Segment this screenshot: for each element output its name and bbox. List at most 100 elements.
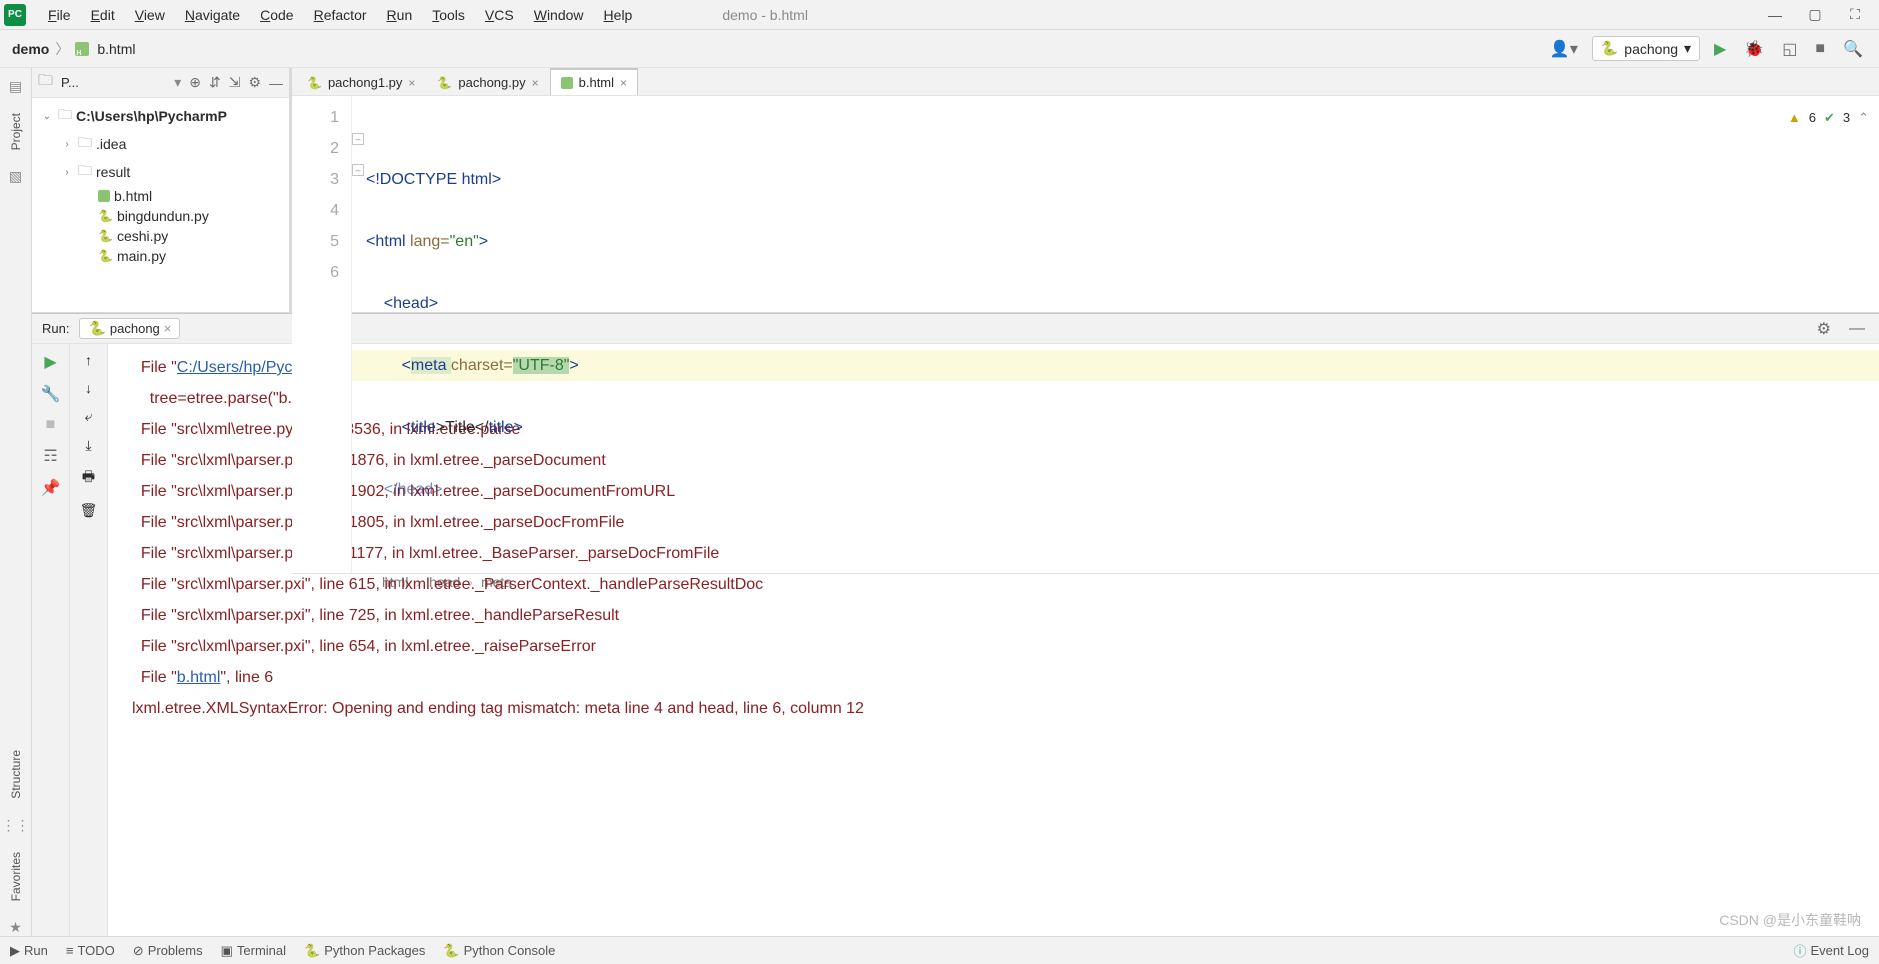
todo-tool-button[interactable]: ≡TODO xyxy=(66,943,115,958)
structure-tool-label[interactable]: Structure xyxy=(9,746,23,803)
inspection-widget[interactable]: ▲6 ✔3 ⌃ xyxy=(1788,102,1869,133)
trash-icon[interactable]: 🗑 xyxy=(80,502,98,519)
menu-code[interactable]: Code xyxy=(250,3,303,27)
user-icon[interactable]: 👤▾ xyxy=(1546,37,1582,61)
close-icon[interactable]: × xyxy=(408,76,415,90)
scroll-icon[interactable]: ⤓ xyxy=(85,437,91,454)
folder-icon: 🗀 xyxy=(78,160,92,184)
folder-icon[interactable]: ▧ xyxy=(9,168,22,185)
pin-icon[interactable]: 📌 xyxy=(41,478,61,498)
menu-refactor[interactable]: Refactor xyxy=(304,3,377,27)
project-tool-icon[interactable]: ▤ xyxy=(9,78,22,95)
chevron-right-icon: 〉 xyxy=(55,39,69,59)
file-link[interactable]: b.html xyxy=(177,669,221,686)
hide-icon[interactable]: — xyxy=(269,75,283,91)
folder-icon: 🗀 xyxy=(38,70,53,95)
code-area[interactable]: ▲6 ✔3 ⌃ <!DOCTYPE html> –<html lang="en"… xyxy=(352,96,1879,573)
editor-panel: 🐍pachong1.py×🐍pachong.py×b.html× 123456 … xyxy=(292,68,1879,312)
up-icon[interactable]: ↑ xyxy=(85,352,92,368)
breadcrumb-project[interactable]: demo xyxy=(12,41,49,57)
menu-edit[interactable]: Edit xyxy=(81,3,125,27)
down-icon[interactable]: ↓ xyxy=(85,380,92,396)
close-icon[interactable]: × xyxy=(620,76,627,90)
html-file-icon xyxy=(561,77,573,89)
close-icon[interactable]: × xyxy=(164,321,172,336)
expand-icon[interactable]: ⇲ xyxy=(229,74,241,91)
run-title: Run: xyxy=(42,321,69,336)
warning-icon: ▲ xyxy=(1788,102,1801,133)
breadcrumb-file[interactable]: b.html xyxy=(97,41,135,57)
app-logo-icon: PC xyxy=(4,4,26,26)
minimize-button[interactable]: — xyxy=(1755,7,1795,23)
locate-icon[interactable]: ⊕ xyxy=(189,74,201,91)
packages-tool-button[interactable]: 🐍Python Packages xyxy=(304,943,425,959)
event-log-button[interactable]: ⓘEvent Log xyxy=(1793,941,1869,960)
close-button[interactable]: ⛶ xyxy=(1835,6,1875,23)
menu-vcs[interactable]: VCS xyxy=(475,3,524,27)
run-tab[interactable]: 🐍 pachong × xyxy=(79,318,180,339)
menu-file[interactable]: File xyxy=(38,3,81,27)
tree-root[interactable]: ⌄ 🗀 C:\Users\hp\PycharmP xyxy=(32,102,289,130)
fold-icon[interactable]: – xyxy=(352,133,364,145)
chevron-down-icon[interactable]: ▾ xyxy=(174,74,181,91)
tree-item[interactable]: 🐍main.py xyxy=(32,246,289,266)
python-file-icon: 🐍 xyxy=(98,249,113,263)
console-line: lxml.etree.XMLSyntaxError: Opening and e… xyxy=(132,693,1879,724)
chevron-up-icon[interactable]: ⌃ xyxy=(1858,102,1869,133)
editor-tab[interactable]: 🐍pachong1.py× xyxy=(296,69,426,95)
softwrap-icon[interactable]: ⤶ xyxy=(85,408,93,425)
console-line: File "src\lxml\parser.pxi", line 725, in… xyxy=(132,600,1879,631)
favorites-tool-label[interactable]: Favorites xyxy=(9,848,23,905)
python-file-icon: 🐍 xyxy=(98,209,113,223)
chevron-right-icon[interactable]: › xyxy=(60,167,74,178)
tree-item[interactable]: 🐍ceshi.py xyxy=(32,226,289,246)
close-icon[interactable]: × xyxy=(532,76,539,90)
print-icon[interactable]: 🖶 xyxy=(82,466,95,490)
debug-button[interactable]: 🐞 xyxy=(1740,37,1768,61)
search-button[interactable]: 🔍 xyxy=(1839,37,1867,61)
nav-bar: demo 〉 b.html 👤▾ 🐍 pachong ▾ ▶ 🐞 ◱ ■ 🔍 xyxy=(0,30,1879,68)
layout-icon[interactable]: ☶ xyxy=(43,446,57,466)
editor-gutter: 123456 xyxy=(292,96,352,573)
maximize-button[interactable]: ▢ xyxy=(1795,6,1835,23)
console-tool-button[interactable]: 🐍Python Console xyxy=(443,943,555,959)
rerun-button[interactable]: ▶ xyxy=(44,352,56,372)
project-tool-label[interactable]: Project xyxy=(9,109,23,154)
tree-item[interactable]: 🐍bingdundun.py xyxy=(32,206,289,226)
tree-item[interactable]: ›🗀.idea xyxy=(32,130,289,158)
chevron-down-icon[interactable]: ⌄ xyxy=(40,111,54,122)
chevron-right-icon[interactable]: › xyxy=(60,139,74,150)
project-header-label[interactable]: P... xyxy=(61,75,166,90)
terminal-tool-button[interactable]: ▣Terminal xyxy=(221,943,286,959)
structure-icon: ⋮⋮ xyxy=(2,817,30,834)
info-icon: ⓘ xyxy=(1793,941,1806,960)
menu-tools[interactable]: Tools xyxy=(422,3,475,27)
play-icon: ▶ xyxy=(10,943,20,959)
menu-view[interactable]: View xyxy=(125,3,175,27)
stop-button[interactable]: ■ xyxy=(1811,38,1829,60)
menu-window[interactable]: Window xyxy=(524,3,594,27)
folder-icon: 🗀 xyxy=(58,104,72,128)
problems-icon: ⊘ xyxy=(133,943,144,959)
menu-help[interactable]: Help xyxy=(594,3,643,27)
coverage-button[interactable]: ◱ xyxy=(1778,37,1801,61)
run-tool-button[interactable]: ▶Run xyxy=(10,943,48,959)
run-config-selector[interactable]: 🐍 pachong ▾ xyxy=(1592,36,1700,61)
status-bar: ▶Run ≡TODO ⊘Problems ▣Terminal 🐍Python P… xyxy=(0,936,1879,964)
stop-button[interactable]: ■ xyxy=(46,416,56,434)
star-icon: ★ xyxy=(9,919,22,936)
collapse-icon[interactable]: ⇵ xyxy=(209,74,221,91)
editor-tab[interactable]: b.html× xyxy=(550,68,638,95)
gear-icon[interactable]: ⚙ xyxy=(248,74,261,91)
menu-run[interactable]: Run xyxy=(377,3,423,27)
tree-item[interactable]: ›🗀result xyxy=(32,158,289,186)
problems-tool-button[interactable]: ⊘Problems xyxy=(133,943,203,959)
tree-item[interactable]: b.html xyxy=(32,186,289,206)
run-button[interactable]: ▶ xyxy=(1710,37,1730,61)
fold-icon[interactable]: – xyxy=(352,164,364,176)
editor-tab[interactable]: 🐍pachong.py× xyxy=(426,69,549,95)
folder-icon: 🗀 xyxy=(78,132,92,156)
menu-navigate[interactable]: Navigate xyxy=(175,3,250,27)
python-icon: 🐍 xyxy=(304,943,320,959)
wrench-icon[interactable]: 🔧 xyxy=(41,384,61,404)
